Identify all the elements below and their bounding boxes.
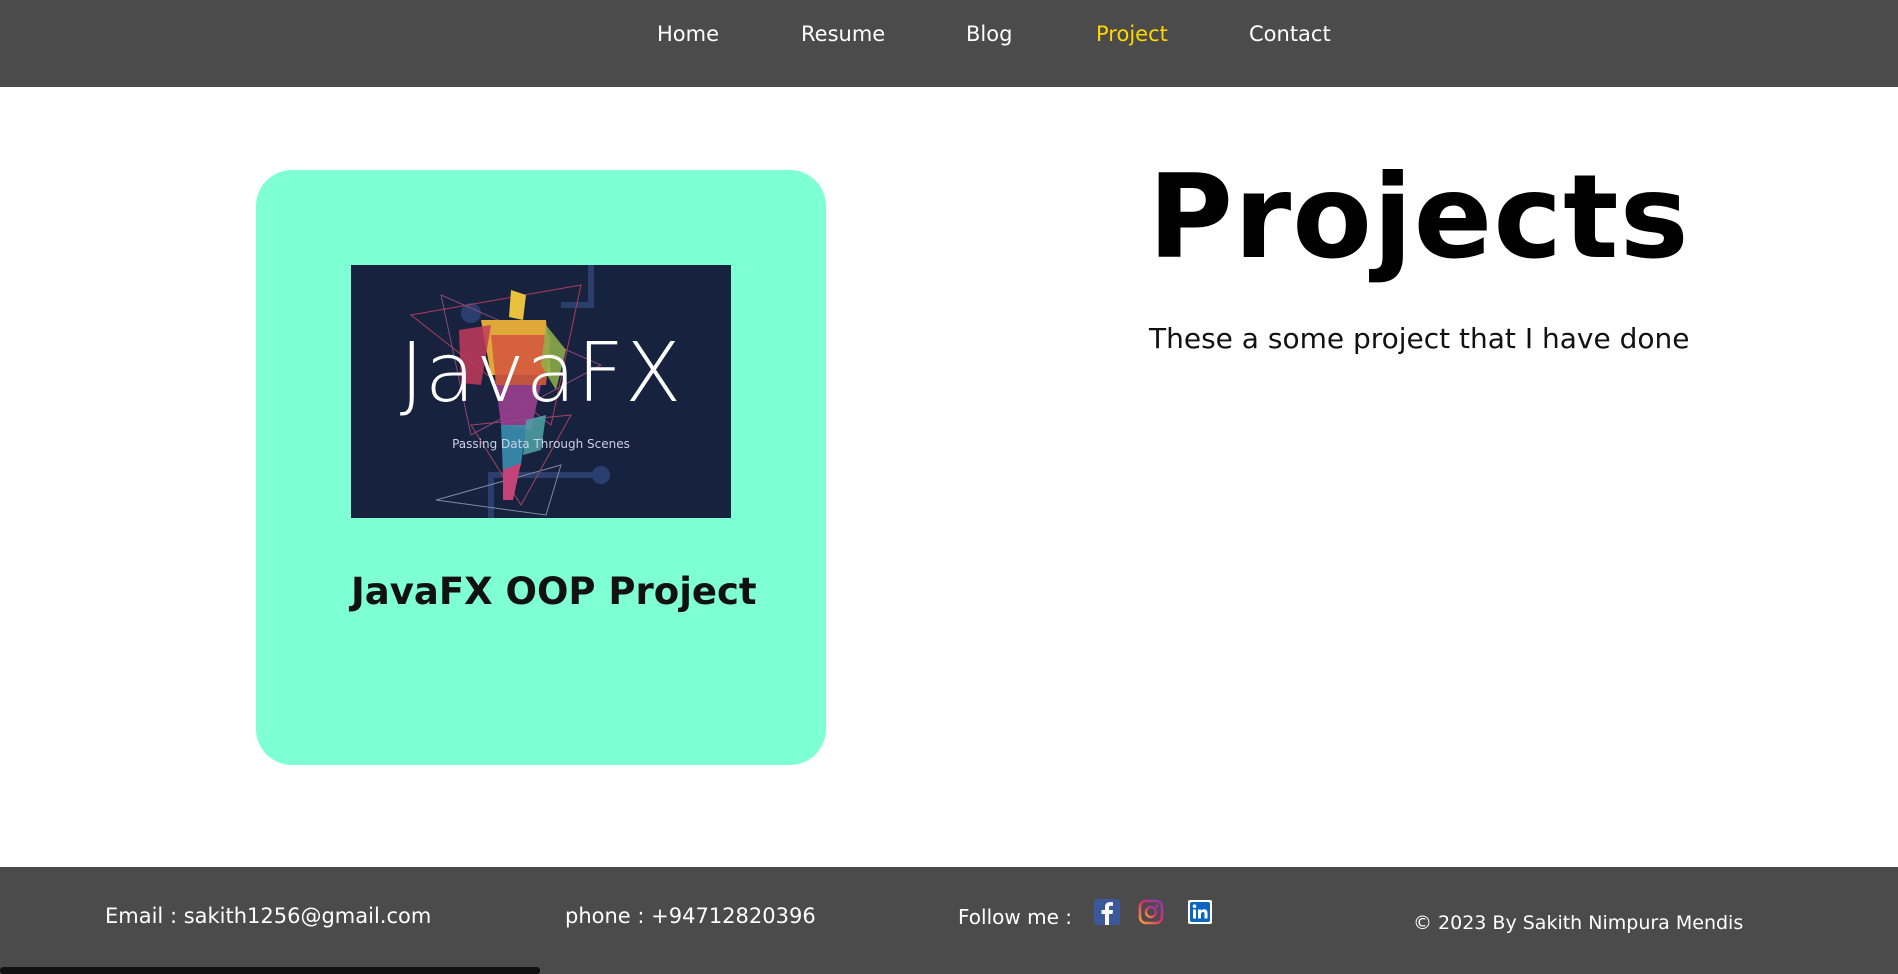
nav-blog-link[interactable]: Blog — [966, 22, 1012, 46]
nav-resume-link[interactable]: Resume — [801, 22, 885, 46]
facebook-icon[interactable] — [1094, 899, 1120, 925]
page-title: Projects — [1148, 150, 1690, 285]
main-nav: Home Resume Blog Project Contact — [0, 22, 1898, 52]
page-subtitle: These a some project that I have done — [1149, 322, 1690, 355]
footer-follow-label: Follow me : — [958, 905, 1072, 929]
footer-email: Email : sakith1256@gmail.com — [105, 904, 432, 928]
nav-home-link[interactable]: Home — [657, 22, 719, 46]
instagram-icon[interactable] — [1138, 899, 1164, 925]
project-card-title[interactable]: JavaFX OOP Project — [351, 570, 757, 613]
footer-phone: phone : +94712820396 — [565, 904, 816, 928]
thumbnail-subtitle: Passing Data Through Scenes — [452, 437, 630, 451]
linkedin-icon[interactable] — [1187, 899, 1213, 925]
footer: Email : sakith1256@gmail.com phone : +94… — [0, 867, 1898, 974]
footer-copyright: © 2023 By Sakith Nimpura Mendis — [1413, 912, 1744, 934]
project-card[interactable]: JavaFX Passing Data Through Scenes JavaF… — [256, 170, 826, 765]
project-thumbnail-image[interactable]: JavaFX Passing Data Through Scenes — [351, 265, 731, 518]
nav-project-link[interactable]: Project — [1096, 22, 1168, 46]
nav-contact-link[interactable]: Contact — [1249, 22, 1331, 46]
top-navigation-bar: Home Resume Blog Project Contact — [0, 0, 1898, 87]
horizontal-scrollbar[interactable] — [0, 967, 540, 974]
thumbnail-title: JavaFX — [399, 326, 683, 421]
